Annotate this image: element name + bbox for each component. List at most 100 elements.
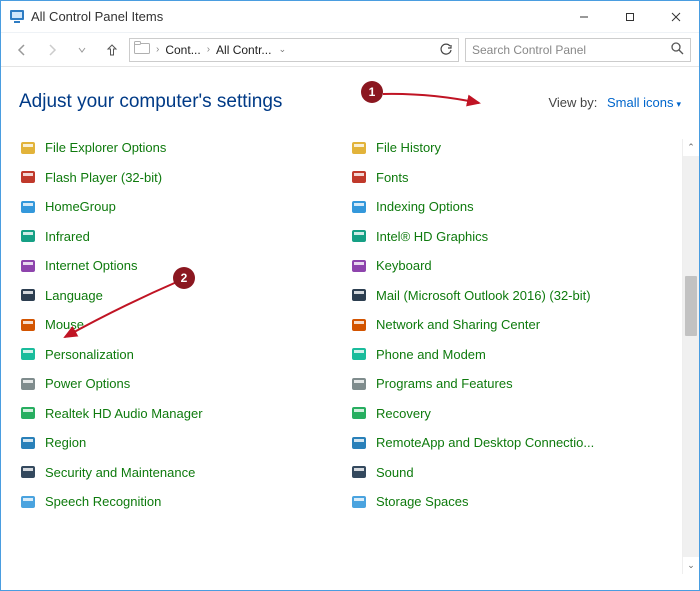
control-panel-item[interactable]: Fonts: [350, 169, 681, 186]
item-label[interactable]: Personalization: [45, 347, 134, 362]
item-icon: [19, 168, 37, 186]
control-panel-item[interactable]: Recovery: [350, 405, 681, 422]
item-icon: [19, 198, 37, 216]
control-panel-item[interactable]: File History: [350, 139, 681, 156]
up-button[interactable]: [99, 37, 125, 63]
item-icon: [350, 463, 368, 481]
item-label[interactable]: Speech Recognition: [45, 494, 161, 509]
control-panel-item[interactable]: Region: [19, 434, 350, 451]
view-by-value[interactable]: Small icons: [607, 95, 673, 110]
item-icon: [350, 257, 368, 275]
control-panel-item[interactable]: Keyboard: [350, 257, 681, 274]
item-icon: [350, 493, 368, 511]
forward-button[interactable]: [39, 37, 65, 63]
back-button[interactable]: [9, 37, 35, 63]
maximize-button[interactable]: [607, 1, 653, 33]
item-label[interactable]: Language: [45, 288, 103, 303]
breadcrumb-item[interactable]: Cont...: [165, 43, 200, 57]
item-icon: [350, 316, 368, 334]
control-panel-item[interactable]: Programs and Features: [350, 375, 681, 392]
item-label[interactable]: HomeGroup: [45, 199, 116, 214]
content-area: Adjust your computer's settings View by:…: [1, 67, 699, 590]
item-icon: [350, 227, 368, 245]
window-controls: [561, 1, 699, 33]
item-icon: [350, 139, 368, 157]
scroll-thumb[interactable]: [685, 276, 697, 336]
chevron-right-icon: ›: [205, 44, 212, 55]
item-icon: [19, 345, 37, 363]
control-panel-item[interactable]: Security and Maintenance: [19, 464, 350, 481]
item-icon: [19, 434, 37, 452]
scroll-track[interactable]: [683, 156, 699, 557]
search-input[interactable]: [472, 43, 664, 57]
item-label[interactable]: Recovery: [376, 406, 431, 421]
control-panel-item[interactable]: Network and Sharing Center: [350, 316, 681, 333]
item-label[interactable]: File History: [376, 140, 441, 155]
item-label[interactable]: Phone and Modem: [376, 347, 486, 362]
control-panel-item[interactable]: Mail (Microsoft Outlook 2016) (32-bit): [350, 287, 681, 304]
item-label[interactable]: Mouse: [45, 317, 84, 332]
item-label[interactable]: Intel® HD Graphics: [376, 229, 488, 244]
scroll-down-icon[interactable]: ⌄: [683, 557, 699, 574]
address-bar[interactable]: › Cont... › All Contr... ⌄: [129, 38, 459, 62]
recent-dropdown[interactable]: [69, 37, 95, 63]
search-icon[interactable]: [670, 41, 684, 58]
item-icon: [19, 404, 37, 422]
item-icon: [350, 168, 368, 186]
control-panel-item[interactable]: File Explorer Options: [19, 139, 350, 156]
item-icon: [19, 227, 37, 245]
control-panel-icon: [9, 9, 25, 25]
minimize-button[interactable]: [561, 1, 607, 33]
control-panel-item[interactable]: Speech Recognition: [19, 493, 350, 510]
item-icon: [19, 463, 37, 481]
item-label[interactable]: Fonts: [376, 170, 409, 185]
address-dropdown[interactable]: ⌄: [275, 44, 289, 55]
item-label[interactable]: Infrared: [45, 229, 90, 244]
control-panel-item[interactable]: Indexing Options: [350, 198, 681, 215]
close-button[interactable]: [653, 1, 699, 33]
control-panel-item[interactable]: Personalization: [19, 346, 350, 363]
item-label[interactable]: RemoteApp and Desktop Connectio...: [376, 435, 594, 450]
content-header: Adjust your computer's settings View by:…: [19, 91, 681, 113]
caret-down-icon: ▾: [676, 99, 681, 109]
breadcrumb-item[interactable]: All Contr...: [216, 43, 271, 57]
control-panel-item[interactable]: Sound: [350, 464, 681, 481]
item-label[interactable]: Programs and Features: [376, 376, 513, 391]
item-label[interactable]: Indexing Options: [376, 199, 474, 214]
vertical-scrollbar[interactable]: ⌃ ⌄: [682, 139, 699, 574]
item-label[interactable]: Storage Spaces: [376, 494, 469, 509]
control-panel-item[interactable]: HomeGroup: [19, 198, 350, 215]
search-box[interactable]: [465, 38, 691, 62]
annotation-badge: 2: [173, 267, 195, 289]
item-label[interactable]: Region: [45, 435, 86, 450]
item-label[interactable]: Flash Player (32-bit): [45, 170, 162, 185]
control-panel-item[interactable]: Storage Spaces: [350, 493, 681, 510]
item-label[interactable]: Network and Sharing Center: [376, 317, 540, 332]
control-panel-item[interactable]: Intel® HD Graphics: [350, 228, 681, 245]
control-panel-item[interactable]: Flash Player (32-bit): [19, 169, 350, 186]
item-label[interactable]: Realtek HD Audio Manager: [45, 406, 203, 421]
item-label[interactable]: Mail (Microsoft Outlook 2016) (32-bit): [376, 288, 591, 303]
control-panel-item[interactable]: Power Options: [19, 375, 350, 392]
item-label[interactable]: Internet Options: [45, 258, 138, 273]
folder-icon: [134, 41, 150, 58]
refresh-button[interactable]: [434, 43, 458, 57]
scroll-up-icon[interactable]: ⌃: [683, 139, 699, 156]
item-label[interactable]: Sound: [376, 465, 414, 480]
control-panel-item[interactable]: Phone and Modem: [350, 346, 681, 363]
control-panel-item[interactable]: Infrared: [19, 228, 350, 245]
item-label[interactable]: Keyboard: [376, 258, 432, 273]
control-panel-item[interactable]: Mouse: [19, 316, 350, 333]
view-by-control[interactable]: View by: Small icons▾: [548, 95, 681, 110]
item-icon: [19, 375, 37, 393]
item-label[interactable]: Security and Maintenance: [45, 465, 195, 480]
item-label[interactable]: File Explorer Options: [45, 140, 166, 155]
chevron-right-icon: ›: [154, 44, 161, 55]
window-titlebar: All Control Panel Items: [1, 1, 699, 33]
item-label[interactable]: Power Options: [45, 376, 130, 391]
control-panel-item[interactable]: Realtek HD Audio Manager: [19, 405, 350, 422]
control-panel-item[interactable]: Language: [19, 287, 350, 304]
control-panel-item[interactable]: RemoteApp and Desktop Connectio...: [350, 434, 681, 451]
item-icon: [350, 345, 368, 363]
item-icon: [350, 375, 368, 393]
